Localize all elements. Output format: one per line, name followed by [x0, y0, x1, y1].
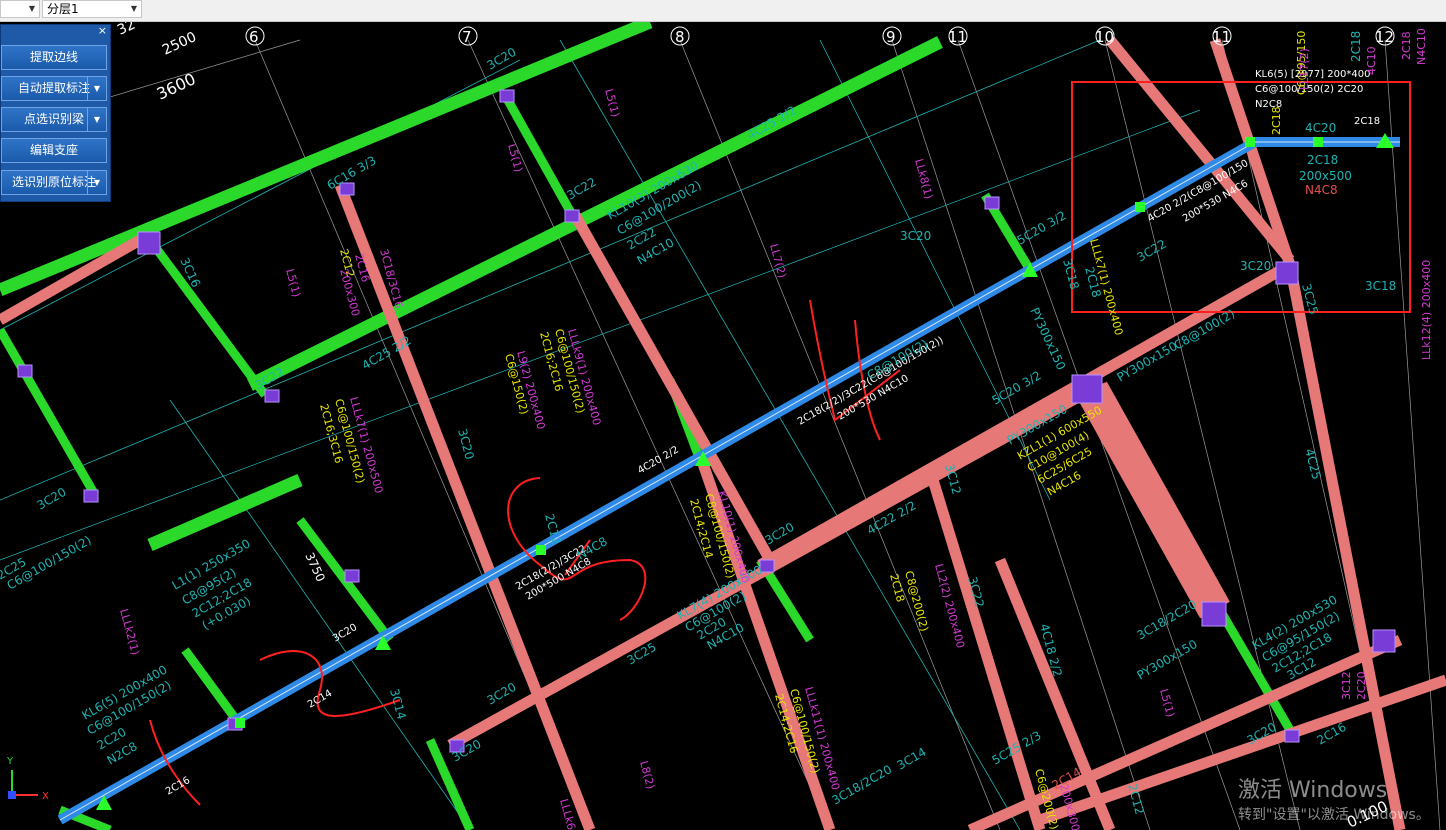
- label-200x500: 200x500: [1299, 169, 1352, 183]
- label-3c20-i: 3C20: [35, 485, 69, 513]
- ucs-icon: Y X: [6, 756, 49, 802]
- label-5c20: 5C20 3/2: [1015, 208, 1069, 247]
- dimension-3600: 3600: [154, 69, 199, 103]
- label-kl6-top: KL6(5) [2977] 200*400: [1255, 69, 1370, 80]
- label-l5-c: L5(1): [283, 267, 303, 298]
- svg-text:Y: Y: [6, 756, 14, 767]
- auto-extract-label-button[interactable]: 自动提取标注 ▼: [1, 76, 107, 101]
- label-3c12-c: 3C12: [1340, 671, 1353, 700]
- label-3c18-2c20: 3C18/2C20: [1135, 597, 1200, 642]
- chevron-down-icon[interactable]: ▼: [87, 108, 106, 131]
- extract-edge-button[interactable]: 提取边线: [1, 45, 107, 70]
- pick-identify-beam-label: 点选识别梁: [23, 112, 84, 126]
- layer-combo[interactable]: 分层1 ▼: [42, 0, 142, 18]
- chevron-down-icon: ▼: [130, 4, 137, 13]
- markers: [96, 133, 1394, 810]
- auto-extract-label-label: 自动提取标注: [17, 81, 90, 95]
- label-py300x150-d: PY300x150: [1135, 637, 1200, 683]
- label-ll7: LL7(2): [767, 242, 789, 279]
- close-icon[interactable]: ×: [98, 25, 107, 37]
- label-lllk2: LLLk2(1): [117, 607, 142, 656]
- top-toolbar: ▼ 分层1 ▼: [0, 0, 1446, 22]
- label-l5-d: L5(1): [1157, 687, 1177, 718]
- label-2c18-a: 2C18: [1354, 116, 1380, 127]
- label-4c20: 4C20: [1305, 121, 1336, 135]
- label-l5-a: L5(1): [602, 87, 622, 118]
- label-5c20-32: 5C20 3/2: [990, 368, 1044, 407]
- label-3c20-d: 3C20: [331, 622, 359, 645]
- dimension-32: 32: [115, 22, 138, 39]
- chevron-down-icon[interactable]: ▼: [87, 171, 106, 194]
- cad-canvas[interactable]: 6 7 8 9 11 10 11 12 2500 3600 32 3750 0.…: [0, 22, 1446, 830]
- label-3c14-b: 3C14: [895, 745, 929, 773]
- dimension-2500: 2500: [160, 29, 199, 59]
- label-l8: L8(2): [637, 759, 657, 790]
- axis-label-8: 8: [675, 28, 685, 46]
- drawing: 6 7 8 9 11 10 11 12 2500 3600 32 3750 0.…: [0, 22, 1446, 830]
- label-2c18-b: 2C18: [1307, 153, 1338, 167]
- label-2c20-c: 2C20: [1355, 671, 1368, 700]
- edit-support-label: 编辑支座: [29, 143, 78, 157]
- chevron-down-icon: ▼: [28, 4, 35, 13]
- label-n4c8-b: N4C8: [575, 534, 610, 562]
- activation-watermark-subtitle: 转到"设置"以激活 Windows。: [1238, 807, 1430, 823]
- label-3c18-k: 3C18: [1365, 279, 1396, 293]
- layer-combo-value: 分层1: [47, 2, 79, 16]
- green-beams: [0, 22, 943, 551]
- label-2c18-g: 2C18: [1349, 31, 1363, 62]
- label-n4c10-b: N4C10: [1415, 28, 1428, 65]
- label-c8200: C8@200(2): [902, 569, 931, 633]
- label-3c20-k: 3C20: [1240, 259, 1271, 273]
- label-3c18-f: 3C18: [1060, 257, 1082, 291]
- svg-text:X: X: [42, 791, 49, 802]
- wide-pink-beam: [1077, 381, 1230, 619]
- label-3c20-j: 3C20: [485, 45, 519, 73]
- label-n4c8: N4C8: [1305, 183, 1338, 197]
- label-llk8: LLk8(1): [912, 157, 935, 200]
- edit-support-button[interactable]: 编辑支座: [1, 138, 107, 163]
- label-3c20-c: 3C20: [485, 680, 519, 708]
- label-3c20-g: 3C20: [900, 229, 931, 243]
- identify-original-annotation-button[interactable]: 选识别原位标注 ▼: [1, 170, 107, 195]
- label-3c22-d: 3C22: [1135, 237, 1169, 265]
- beam-tool-panel: × 提取边线 自动提取标注 ▼ 点选识别梁 ▼ 编辑支座 选识别原位标注 ▼: [0, 24, 111, 202]
- activation-watermark-title: 激活 Windows: [1238, 778, 1388, 803]
- label-ll17: LL17(2): [1298, 48, 1311, 90]
- label-2c18-e2: 2C18: [1400, 31, 1413, 60]
- label-4c25: 4C25: [1302, 447, 1324, 481]
- label-2c18-f: 2C18: [1270, 106, 1283, 135]
- chevron-down-icon[interactable]: ▼: [87, 77, 106, 100]
- identify-original-annotation-label: 选识别原位标注: [11, 175, 96, 189]
- label-py300x150-a: PY300x150: [1027, 305, 1068, 372]
- pick-identify-beam-button[interactable]: 点选识别梁 ▼: [1, 107, 107, 132]
- extract-edge-label: 提取边线: [29, 50, 78, 64]
- label-3c22-b: 3C22: [565, 175, 599, 203]
- label-l5-b: L5(1): [505, 142, 525, 173]
- label-3c20-h: 3C20: [455, 427, 477, 461]
- floor-combo[interactable]: ▼: [0, 0, 40, 18]
- label-4c10: 4C10: [1365, 46, 1378, 75]
- label-lllk12: LLk12(4) 200x400: [1420, 260, 1433, 360]
